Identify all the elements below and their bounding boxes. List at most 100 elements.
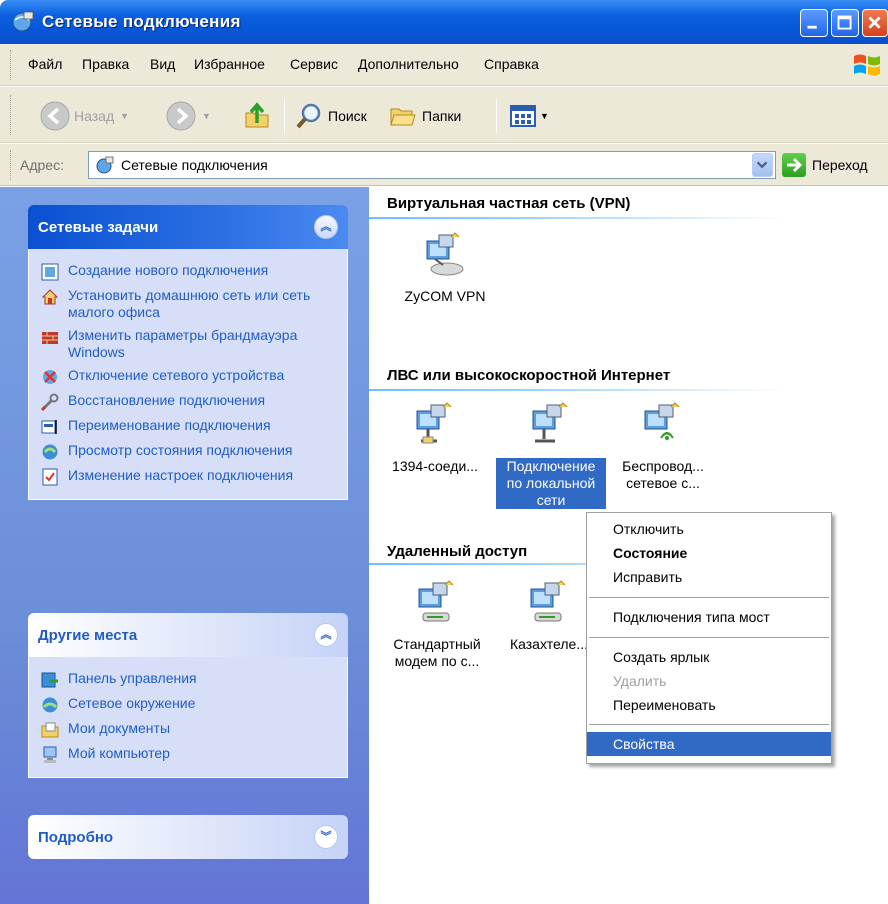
menu-view[interactable]: Вид xyxy=(150,56,175,72)
task-label: Просмотр состояния подключения xyxy=(68,442,293,458)
status-icon xyxy=(42,444,58,460)
menu-advanced[interactable]: Дополнительно xyxy=(358,56,459,72)
expand-icon[interactable]: ︾ xyxy=(314,825,338,849)
menu-item-delete: Удалить xyxy=(587,669,831,693)
network-tasks-list: Создание нового подключения Установить д… xyxy=(28,249,348,500)
collapse-icon[interactable]: ︽ xyxy=(314,623,338,647)
wireless-connection-icon xyxy=(644,402,680,440)
task-home-network[interactable]: Установить домашнюю сеть или сеть малого… xyxy=(29,284,347,324)
network-places-icon xyxy=(42,697,58,713)
menu-separator xyxy=(589,597,829,598)
connection-label: Стандартный модем по с... xyxy=(393,636,481,669)
menu-item-label: Удалить xyxy=(613,673,667,689)
maximize-button[interactable] xyxy=(831,9,859,37)
address-dropdown-button[interactable] xyxy=(752,153,773,177)
toolbar-grip[interactable] xyxy=(10,95,13,135)
connection-1394[interactable]: 1394-соеди... xyxy=(379,401,491,475)
collapse-icon[interactable]: ︽ xyxy=(314,215,338,239)
other-places-title: Другие места xyxy=(38,627,138,644)
details-panel: Подробно ︾ xyxy=(28,815,348,859)
folders-button[interactable]: Папки xyxy=(388,101,461,131)
task-disable-device[interactable]: Отключение сетевого устройства xyxy=(29,364,347,389)
go-arrow-icon xyxy=(782,153,806,177)
connection-standard-modem[interactable]: Стандартный модем по с... xyxy=(381,579,493,670)
dialup-connection-icon xyxy=(418,580,454,622)
place-label: Панель управления xyxy=(68,670,197,686)
menubar-grip[interactable] xyxy=(10,50,13,80)
menu-edit[interactable]: Правка xyxy=(82,56,129,72)
place-control-panel[interactable]: Панель управления xyxy=(29,667,347,692)
menu-item-repair[interactable]: Исправить xyxy=(587,565,831,589)
minimize-button[interactable] xyxy=(800,9,828,37)
menu-item-properties[interactable]: Свойства xyxy=(587,732,831,756)
menu-item-label: Исправить xyxy=(613,569,683,585)
task-label: Установить домашнюю сеть или сеть малого… xyxy=(68,287,311,320)
task-view-status[interactable]: Просмотр состояния подключения xyxy=(29,439,347,464)
search-button[interactable]: Поиск xyxy=(294,101,367,131)
toolbar: Назад ▼ ▼ Поиск Папки ▼ xyxy=(0,87,888,143)
menu-item-disconnect[interactable]: Отключить xyxy=(587,517,831,541)
back-dropdown-icon[interactable]: ▼ xyxy=(120,111,129,121)
connection-zycom-vpn[interactable]: ZyCOM VPN xyxy=(389,231,501,305)
network-tasks-header[interactable]: Сетевые задачи ︽ xyxy=(28,205,348,249)
menu-help[interactable]: Справка xyxy=(484,56,539,72)
menu-tools[interactable]: Сервис xyxy=(290,56,338,72)
place-my-documents[interactable]: Мои документы xyxy=(29,717,347,742)
menu-bar: Файл Правка Вид Избранное Сервис Дополни… xyxy=(0,44,888,86)
repair-icon xyxy=(41,393,59,411)
windows-logo-icon xyxy=(854,54,880,76)
menu-item-label: Подключения типа мост xyxy=(613,609,770,625)
menu-item-label: Свойства xyxy=(613,736,675,752)
place-my-computer[interactable]: Мой компьютер xyxy=(29,742,347,767)
connection-wireless[interactable]: Беспровод... сетевое с... xyxy=(607,401,719,492)
go-label: Переход xyxy=(812,157,868,173)
group-header-vpn: Виртуальная частная сеть (VPN) xyxy=(387,195,631,212)
task-create-connection[interactable]: Создание нового подключения xyxy=(29,259,347,284)
toolbar-separator xyxy=(496,99,497,133)
back-arrow-icon xyxy=(40,101,70,131)
details-title: Подробно xyxy=(38,829,114,846)
up-folder-button[interactable] xyxy=(242,101,272,131)
task-label: Создание нового подключения xyxy=(68,262,269,278)
menu-favorites[interactable]: Избранное xyxy=(194,56,265,72)
addressbar-grip[interactable] xyxy=(10,150,13,180)
menu-item-rename[interactable]: Переименовать xyxy=(587,693,831,717)
title-bar[interactable]: Сетевые подключения xyxy=(0,0,888,44)
task-label: Переименование подключения xyxy=(68,417,271,433)
maximize-icon xyxy=(837,15,852,30)
group-header-lan: ЛВС или высокоскоростной Интернет xyxy=(387,367,671,384)
other-places-list: Панель управления Сетевое окружение Мои … xyxy=(28,657,348,778)
menu-item-status[interactable]: Состояние xyxy=(587,541,831,565)
forward-dropdown-icon[interactable]: ▼ xyxy=(202,111,211,121)
task-rename[interactable]: Переименование подключения xyxy=(29,414,347,439)
network-connections-icon xyxy=(12,11,34,32)
forward-button[interactable]: ▼ xyxy=(166,101,211,131)
rename-icon xyxy=(41,420,57,434)
network-tasks-panel: Сетевые задачи ︽ Создание нового подключ… xyxy=(28,205,348,500)
other-places-header[interactable]: Другие места ︽ xyxy=(28,613,348,657)
connection-label: Беспровод... сетевое с... xyxy=(622,458,704,491)
task-change-settings[interactable]: Изменение настроек подключения xyxy=(29,464,347,489)
views-button[interactable]: ▼ xyxy=(508,101,549,131)
dialup-connection-icon xyxy=(530,580,566,622)
menu-separator xyxy=(589,637,829,638)
task-repair[interactable]: Восстановление подключения xyxy=(29,389,347,414)
details-header[interactable]: Подробно ︾ xyxy=(28,815,348,859)
task-pane: Сетевые задачи ︽ Создание нового подключ… xyxy=(0,187,369,904)
network-tasks-title: Сетевые задачи xyxy=(38,219,159,236)
place-network-places[interactable]: Сетевое окружение xyxy=(29,692,347,717)
menu-item-create-shortcut[interactable]: Создать ярлык xyxy=(587,645,831,669)
go-button[interactable]: Переход xyxy=(782,153,868,177)
close-button[interactable] xyxy=(862,9,888,37)
new-connection-icon xyxy=(41,263,59,281)
address-field[interactable]: Сетевые подключения xyxy=(88,151,776,179)
close-icon xyxy=(868,16,881,29)
menu-file[interactable]: Файл xyxy=(28,56,62,72)
views-dropdown-icon[interactable]: ▼ xyxy=(540,111,549,121)
group-header-dialup: Удаленный доступ xyxy=(387,543,528,560)
task-firewall[interactable]: Изменить параметры брандмауэра Windows xyxy=(29,324,347,364)
other-places-panel: Другие места ︽ Панель управления Сетевое… xyxy=(28,613,348,778)
connection-local-area[interactable]: Подключение по локальной сети xyxy=(495,401,607,509)
back-button[interactable]: Назад ▼ xyxy=(40,101,129,131)
menu-item-bridge-connections[interactable]: Подключения типа мост xyxy=(587,605,831,629)
